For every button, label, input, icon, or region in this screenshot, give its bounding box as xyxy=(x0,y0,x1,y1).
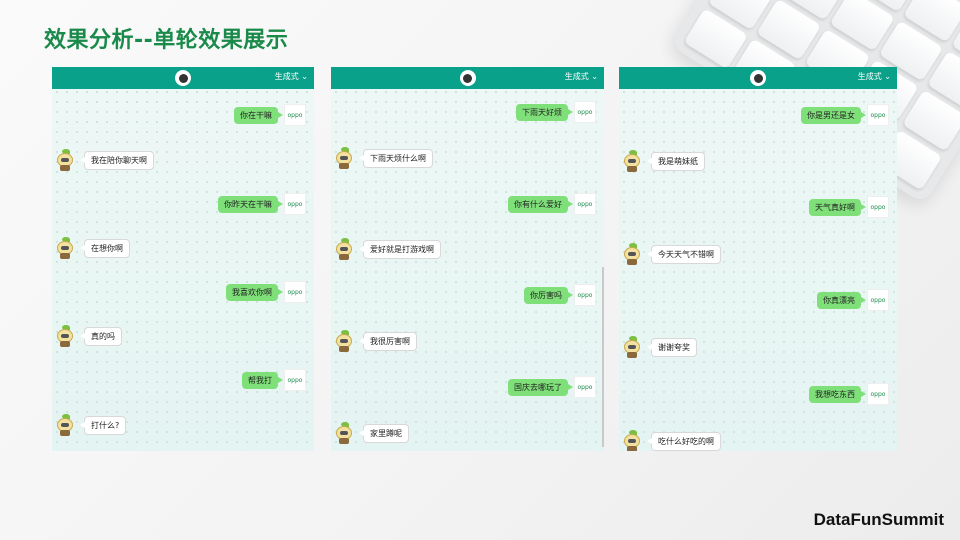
mode-dropdown[interactable]: 生成式 ⌄ xyxy=(565,71,598,82)
user-message: 你有什么爱好 oppo xyxy=(508,193,596,215)
bot-avatar xyxy=(333,147,355,169)
user-message: 国庆去哪玩了 oppo xyxy=(508,376,596,398)
bot-bubble: 我很厉害啊 xyxy=(359,331,417,351)
mode-label: 生成式 xyxy=(564,72,589,81)
user-bubble: 你有什么爱好 xyxy=(508,195,573,213)
bot-bubble: 今天天气不错啊 xyxy=(647,244,721,264)
bot-message: 吃什么好吃的啊 xyxy=(621,430,721,451)
bot-message: 真的吗 xyxy=(54,325,122,347)
user-bubble: 我喜欢你啊 xyxy=(226,283,283,301)
user-avatar: oppo xyxy=(867,104,889,126)
user-bubble: 你是男还是女 xyxy=(801,106,866,124)
bot-bubble: 下雨天烦什么啊 xyxy=(359,148,433,168)
mode-label: 生成式 xyxy=(274,72,299,81)
bot-avatar xyxy=(54,149,76,171)
bot-message: 谢谢夸奖 xyxy=(621,336,697,358)
bot-avatar xyxy=(54,414,76,436)
bot-avatar xyxy=(333,330,355,352)
chat-panel: 生成式 ⌄ 你是男还是女 oppo 我是萌妹纸 天气真好啊 oppo 今天天气不错啊 你真漂亮… xyxy=(619,67,897,451)
mode-dropdown[interactable]: 生成式 ⌄ xyxy=(275,71,308,82)
bot-avatar xyxy=(333,422,355,444)
bot-bubble: 吃什么好吃的啊 xyxy=(647,431,721,451)
chat-panel: 生成式 ⌄ 你在干嘛 oppo 我在陪你聊天啊 你昨天在干嘛 oppo 在想你啊 我喜欢你啊 o… xyxy=(52,67,314,451)
user-bubble: 你昨天在干嘛 xyxy=(218,195,283,213)
user-bubble: 下雨天好烦 xyxy=(516,103,573,121)
bot-avatar-icon xyxy=(459,70,476,86)
chevron-down-icon: ⌄ xyxy=(591,72,598,81)
mode-label: 生成式 xyxy=(857,72,882,81)
scrollbar[interactable] xyxy=(602,267,604,447)
bot-message: 下雨天烦什么啊 xyxy=(333,147,433,169)
user-avatar: oppo xyxy=(867,289,889,311)
bot-bubble: 爱好就是打游戏啊 xyxy=(359,239,441,259)
bot-avatar xyxy=(621,430,643,451)
user-bubble: 国庆去哪玩了 xyxy=(508,378,573,396)
user-avatar: oppo xyxy=(574,376,596,398)
bot-message: 打什么? xyxy=(54,414,127,436)
user-bubble: 我想吃东西 xyxy=(809,385,866,403)
chat-header: 生成式 ⌄ xyxy=(619,67,897,89)
bot-avatar-icon xyxy=(750,70,766,86)
user-bubble: 你厉害吗 xyxy=(524,286,573,304)
bot-bubble: 我是萌妹纸 xyxy=(647,151,705,171)
bot-bubble: 我在陪你聊天啊 xyxy=(80,150,154,170)
bot-bubble: 打什么? xyxy=(79,415,127,435)
bot-message: 我很厉害啊 xyxy=(333,330,417,352)
chevron-down-icon: ⌄ xyxy=(301,72,308,81)
bot-bubble: 在想你啊 xyxy=(80,238,130,258)
chat-header: 生成式 ⌄ xyxy=(331,67,604,89)
bot-avatar xyxy=(54,325,76,347)
bot-bubble: 谢谢夸奖 xyxy=(647,337,697,357)
chat-panel: 生成式 ⌄ 下雨天好烦 oppo 下雨天烦什么啊 你有什么爱好 oppo 爱好就是打游戏啊你… xyxy=(331,67,604,451)
bot-avatar xyxy=(621,150,643,172)
bot-message: 在想你啊 xyxy=(54,237,130,259)
bot-message: 爱好就是打游戏啊 xyxy=(333,238,441,260)
user-bubble: 天气真好啊 xyxy=(809,198,866,216)
bot-bubble: 家里蹲呢 xyxy=(359,423,409,443)
user-avatar: oppo xyxy=(867,196,889,218)
user-avatar: oppo xyxy=(284,281,306,303)
user-message: 你厉害吗 oppo xyxy=(524,284,596,306)
bot-bubble: 真的吗 xyxy=(80,326,122,346)
user-avatar: oppo xyxy=(284,369,306,391)
user-bubble: 你真漂亮 xyxy=(817,291,866,309)
user-message: 你是男还是女 oppo xyxy=(801,104,889,126)
bot-avatar xyxy=(54,237,76,259)
bot-message: 我在陪你聊天啊 xyxy=(54,149,154,171)
slide-title: 效果分析--单轮效果展示 xyxy=(44,28,289,53)
user-message: 帮我打 oppo xyxy=(242,369,306,391)
user-avatar: oppo xyxy=(574,193,596,215)
user-message: 你真漂亮 oppo xyxy=(817,289,889,311)
user-bubble: 帮我打 xyxy=(242,371,283,389)
chevron-down-icon: ⌄ xyxy=(884,72,891,81)
user-message: 下雨天好烦 oppo xyxy=(516,101,596,123)
bot-avatar-icon xyxy=(175,70,191,86)
bot-message: 今天天气不错啊 xyxy=(621,243,721,265)
bot-message: 家里蹲呢 xyxy=(333,422,409,444)
chat-header: 生成式 ⌄ xyxy=(52,67,314,89)
bot-avatar xyxy=(621,336,643,358)
user-avatar: oppo xyxy=(574,101,596,123)
user-avatar: oppo xyxy=(284,104,306,126)
user-message: 我喜欢你啊 oppo xyxy=(226,281,306,303)
user-message: 天气真好啊 oppo xyxy=(809,196,889,218)
user-avatar: oppo xyxy=(284,193,306,215)
user-message: 你昨天在干嘛 oppo xyxy=(218,193,306,215)
mode-dropdown[interactable]: 生成式 ⌄ xyxy=(858,71,891,82)
bot-avatar xyxy=(333,238,355,260)
bot-avatar xyxy=(621,243,643,265)
bot-message: 我是萌妹纸 xyxy=(621,150,705,172)
user-bubble: 你在干嘛 xyxy=(234,106,283,124)
user-message: 我想吃东西 oppo xyxy=(809,383,889,405)
user-avatar: oppo xyxy=(867,383,889,405)
brand-logo-text: DataFunSummit xyxy=(813,510,944,529)
user-message: 你在干嘛 oppo xyxy=(234,104,306,126)
user-avatar: oppo xyxy=(574,284,596,306)
